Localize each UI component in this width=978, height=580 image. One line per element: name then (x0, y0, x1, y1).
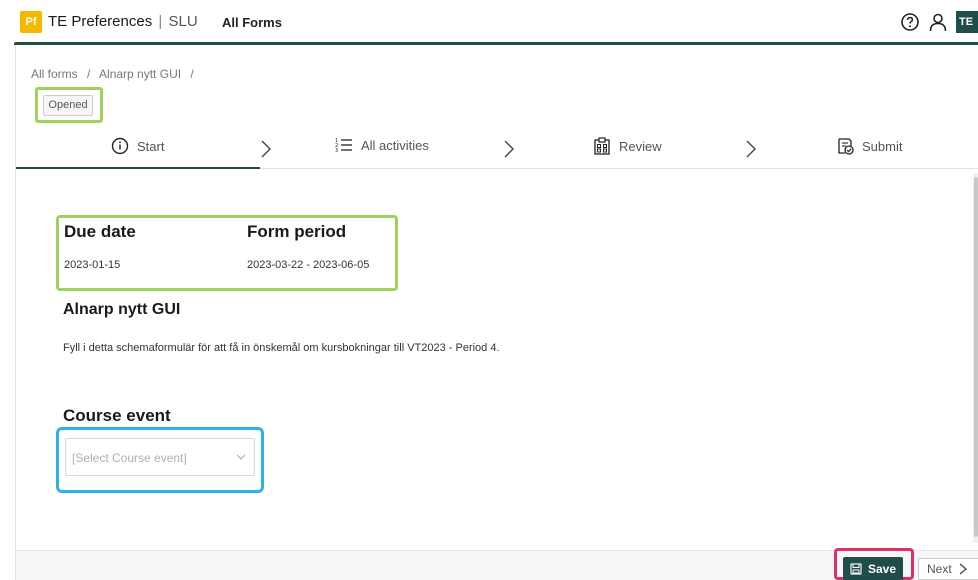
step-submit[interactable]: Submit (836, 137, 902, 155)
review-icon (594, 137, 610, 155)
user-icon[interactable] (928, 12, 948, 32)
step-submit-label: Submit (862, 138, 903, 154)
app-logo[interactable]: Pf (20, 11, 42, 33)
next-button[interactable]: Next (918, 558, 978, 580)
submit-icon (838, 138, 854, 155)
step-review-label: Review (619, 138, 662, 154)
course-event-highlight: [Select Course event] (56, 427, 264, 493)
form-title: Alnarp nytt GUI (63, 301, 181, 318)
dates-highlight: Due date 2023-01-15 Form period 2023-03-… (56, 215, 398, 291)
list-icon: 1 2 3 (335, 138, 352, 153)
due-date-value: 2023-01-15 (64, 259, 121, 271)
help-icon[interactable] (900, 12, 920, 32)
save-icon (850, 563, 862, 575)
step-all-activities[interactable]: 1 2 3 All activities (335, 137, 429, 154)
course-event-placeholder: [Select Course event] (72, 451, 187, 465)
step-start[interactable]: Start (111, 137, 164, 155)
step-review[interactable]: Review (593, 137, 662, 155)
chevron-right-icon (746, 140, 756, 158)
form-stepper: Start 1 2 3 All activities Review Submit (16, 129, 978, 171)
chevron-down-icon (236, 454, 246, 460)
due-date-label: Due date (64, 222, 136, 241)
user-avatar[interactable]: TE (956, 11, 978, 33)
course-event-select[interactable]: [Select Course event] (65, 438, 255, 476)
next-label: Next (927, 562, 952, 576)
step-start-label: Start (137, 138, 165, 154)
breadcrumb-separator: / (87, 67, 91, 81)
scrollbar-thumb[interactable] (974, 177, 978, 537)
app-title[interactable]: TE Preferences | SLU (48, 13, 198, 30)
status-highlight: Opened (35, 87, 103, 123)
svg-text:3: 3 (335, 148, 338, 153)
nav-all-forms-link[interactable]: All Forms (222, 15, 282, 30)
title-separator: | (158, 13, 163, 30)
chevron-right-icon (959, 563, 967, 575)
save-label: Save (867, 562, 897, 576)
form-period-value: 2023-03-22 - 2023-06-05 (247, 259, 370, 271)
breadcrumb: All forms / Alnarp nytt GUI / (31, 67, 200, 81)
top-navbar: Pf TE Preferences | SLU All Forms TE (0, 0, 978, 45)
breadcrumb-all-forms[interactable]: All forms (31, 67, 78, 81)
info-icon (111, 137, 129, 155)
save-highlight: Save (834, 548, 914, 580)
breadcrumb-separator: / (190, 67, 194, 81)
chevron-right-icon (261, 140, 271, 158)
course-event-label: Course event (63, 406, 171, 425)
active-step-indicator (16, 167, 260, 169)
org-name: SLU (168, 13, 198, 30)
breadcrumb-form[interactable]: Alnarp nytt GUI (99, 67, 181, 81)
form-period-label: Form period (247, 222, 347, 241)
save-button[interactable]: Save (843, 557, 903, 580)
form-description: Fyll i detta schemaformulär för att få i… (63, 342, 500, 354)
app-name: TE Preferences (48, 13, 153, 30)
chevron-right-icon (504, 140, 514, 158)
form-panel: All forms / Alnarp nytt GUI / Opened Sta… (15, 45, 978, 580)
status-badge: Opened (43, 95, 93, 116)
step-all-activities-label: All activities (361, 137, 429, 153)
